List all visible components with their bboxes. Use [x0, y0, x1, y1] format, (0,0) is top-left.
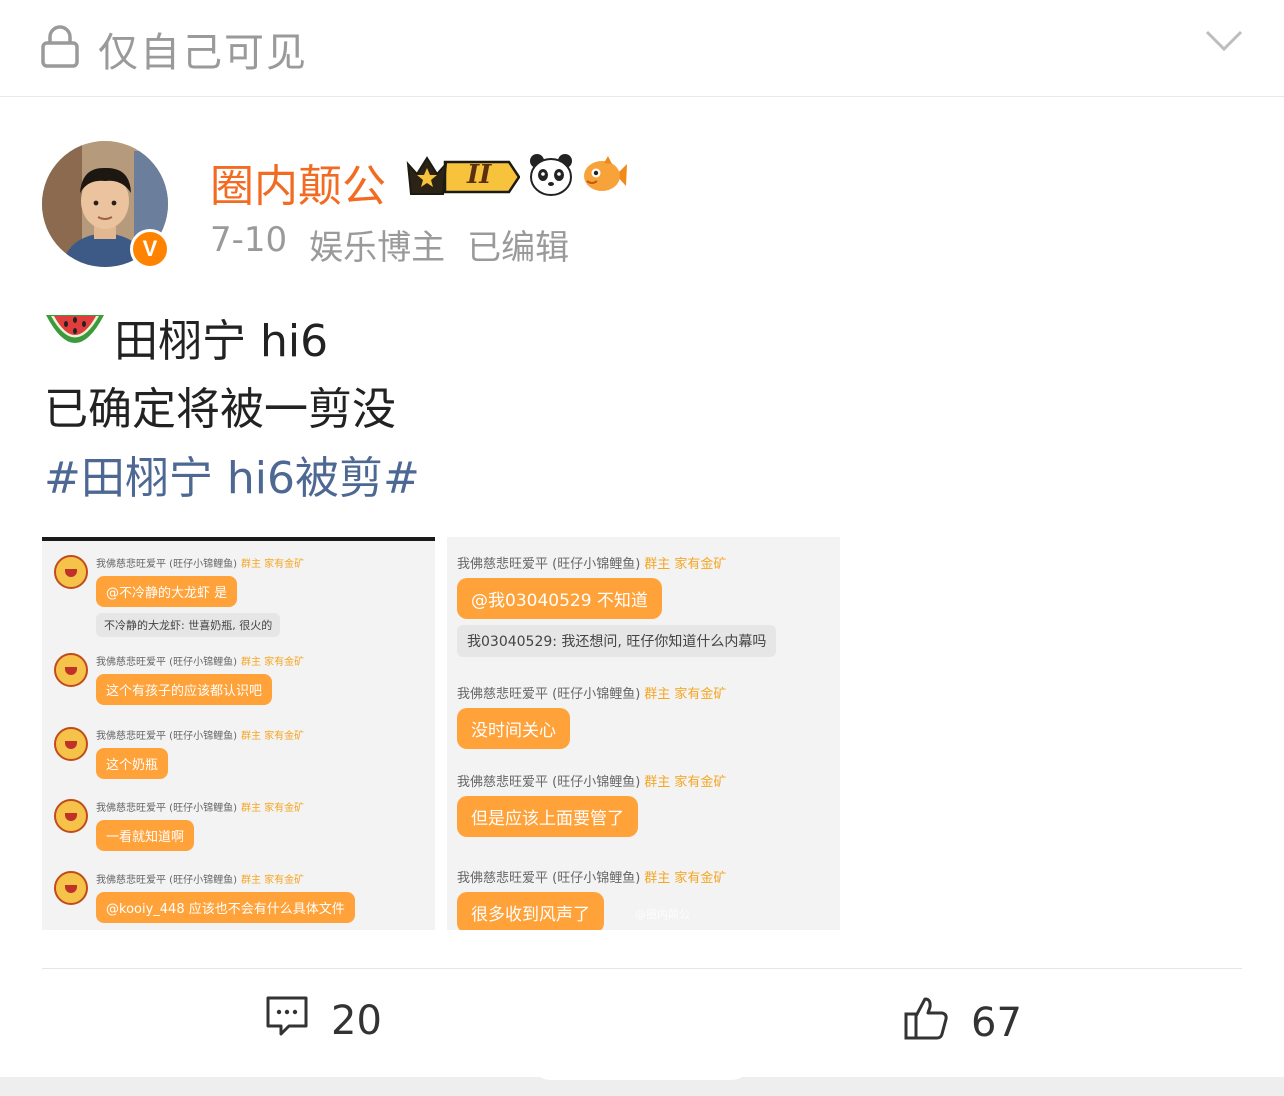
chat-bubble: 这个有孩子的应该都认识吧 [96, 674, 273, 705]
author-name[interactable]: 圈内颠公 [210, 150, 386, 214]
post-line-1: 田栩宁 hi6 [44, 305, 328, 369]
chat-bubble: 一看就知道啊 [96, 820, 195, 851]
image-watermark: @圈内颠公 [635, 908, 690, 921]
chat-sender: 我佛慈悲旺爱平 (旺仔小锦鲤鱼) [457, 871, 641, 886]
chat-tags: 群主 家有金矿 [644, 687, 727, 702]
chat-message: 我佛慈悲旺爱平 (旺仔小锦鲤鱼) 群主 家有金矿 一看就知道啊 [96, 799, 304, 851]
comment-icon [265, 995, 309, 1047]
chat-tags: 群主 家有金矿 [644, 557, 727, 572]
post-image-1[interactable]: 我佛慈悲旺爱平 (旺仔小锦鲤鱼) 群主 家有金矿 @不冷静的大龙虾 是 不冷静的大… [42, 537, 435, 930]
panda-icon [528, 152, 574, 202]
like-button[interactable]: 67 [903, 995, 1022, 1051]
chat-message: 我佛慈悲旺爱平 (旺仔小锦鲤鱼) 群主 家有金矿 @kooiy_448 应该也不会… [96, 871, 355, 923]
chat-bubble: 没时间关心 [457, 708, 570, 749]
chat-sender: 我佛慈悲旺爱平 (旺仔小锦鲤鱼) [457, 687, 641, 702]
author-category: 娱乐博主 [309, 228, 446, 268]
chat-message: 我佛慈悲旺爱平 (旺仔小锦鲤鱼) 群主 家有金矿 @我03040529 不知道 我… [457, 553, 777, 657]
chat-bubble: @kooiy_448 应该也不会有什么具体文件 [96, 892, 355, 923]
fish-icon [582, 152, 628, 202]
chat-bubble: @不冷静的大龙虾 是 [96, 576, 238, 607]
chat-sender: 我佛慈悲旺爱平 (旺仔小锦鲤鱼) [96, 875, 237, 886]
comment-count: 20 [331, 998, 382, 1044]
chat-sender: 我佛慈悲旺爱平 (旺仔小锦鲤鱼) [457, 775, 641, 790]
chat-sender: 我佛慈悲旺爱平 (旺仔小锦鲤鱼) [457, 557, 641, 572]
post-text-line-1: 田栩宁 hi6 [114, 316, 329, 367]
chat-bubble: 很多收到风声了 [457, 892, 604, 930]
chat-bubble: 这个奶瓶 [96, 748, 169, 779]
privacy-bar: 仅自己可见 [0, 0, 1284, 97]
chat-sender: 我佛慈悲旺爱平 (旺仔小锦鲤鱼) [96, 657, 237, 668]
chat-message: 我佛慈悲旺爱平 (旺仔小锦鲤鱼) 群主 家有金矿 @不冷静的大龙虾 是 不冷静的大… [96, 555, 304, 637]
chat-message: 我佛慈悲旺爱平 (旺仔小锦鲤鱼) 群主 家有金矿 这个有孩子的应该都认识吧 [96, 653, 304, 705]
chat-sender: 我佛慈悲旺爱平 (旺仔小锦鲤鱼) [96, 803, 237, 814]
chat-message: 我佛慈悲旺爱平 (旺仔小锦鲤鱼) 群主 家有金矿 这个奶瓶 [96, 727, 304, 779]
crown-level-text: II [467, 160, 492, 190]
chat-avatar [54, 653, 88, 687]
chat-message: 我佛慈悲旺爱平 (旺仔小锦鲤鱼) 群主 家有金矿 但是应该上面要管了 [457, 771, 726, 837]
chat-tags: 群主 家有金矿 [644, 775, 727, 790]
lock-icon [40, 25, 80, 73]
post-meta: 7-10 娱乐博主 已编辑 [210, 220, 569, 269]
chat-quote: 不冷静的大龙虾: 世喜奶瓶, 很火的 [96, 613, 281, 637]
chat-message: 我佛慈悲旺爱平 (旺仔小锦鲤鱼) 群主 家有金矿 没时间关心 [457, 683, 726, 749]
chat-avatar [54, 727, 88, 761]
like-count: 67 [971, 1000, 1022, 1046]
privacy-indicator[interactable]: 仅自己可见 [40, 20, 308, 78]
chevron-down-icon[interactable] [1204, 28, 1244, 58]
verified-badge: V [130, 229, 170, 269]
chat-avatar [54, 871, 88, 905]
chat-tags: 群主 家有金矿 [240, 875, 305, 886]
chat-tags: 群主 家有金矿 [240, 657, 305, 668]
chat-sender: 我佛慈悲旺爱平 (旺仔小锦鲤鱼) [96, 559, 237, 570]
hashtag-link[interactable]: #田栩宁 hi6被剪# [44, 442, 420, 506]
edited-label[interactable]: 已编辑 [467, 220, 569, 269]
badge-row: II [405, 152, 628, 202]
post-text-line-2: 已确定将被一剪没 [44, 384, 396, 435]
chat-avatar [54, 555, 88, 589]
chat-quote: 我03040529: 我还想问, 旺仔你知道什么内幕吗 [457, 625, 777, 657]
chat-bubble: 但是应该上面要管了 [457, 796, 638, 837]
chat-sender: 我佛慈悲旺爱平 (旺仔小锦鲤鱼) [96, 731, 237, 742]
comment-button[interactable]: 20 [265, 995, 382, 1047]
watermelon-icon [44, 307, 106, 368]
divider [42, 968, 1242, 969]
thumbs-up-icon [903, 995, 949, 1051]
chat-avatar [54, 799, 88, 833]
post-date: 7-10 [210, 220, 288, 260]
chat-tags: 群主 家有金矿 [240, 731, 305, 742]
chat-bubble: @我03040529 不知道 [457, 578, 662, 619]
home-indicator[interactable] [532, 1044, 750, 1080]
chat-tags: 群主 家有金矿 [240, 803, 305, 814]
post-image-2[interactable]: 我佛慈悲旺爱平 (旺仔小锦鲤鱼) 群主 家有金矿 @我03040529 不知道 我… [447, 537, 840, 930]
chat-tags: 群主 家有金矿 [240, 559, 305, 570]
privacy-label: 仅自己可见 [98, 30, 308, 76]
crown-level-badge[interactable]: II [405, 154, 521, 200]
chat-tags: 群主 家有金矿 [644, 871, 727, 886]
